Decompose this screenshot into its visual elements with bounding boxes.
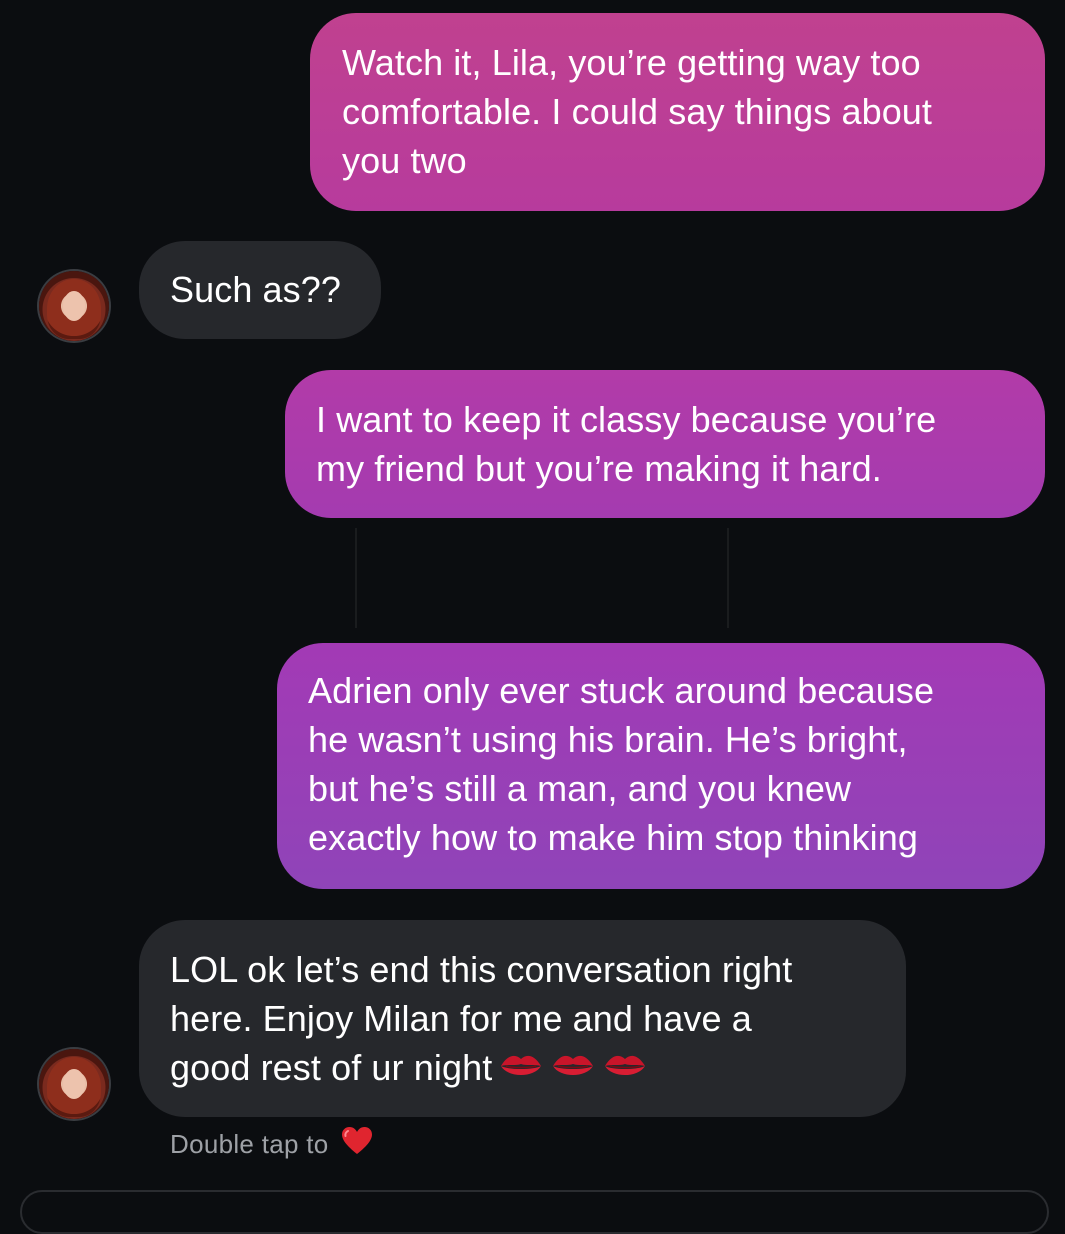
faded-media-preview	[355, 528, 729, 628]
avatar-face	[63, 1069, 85, 1099]
message-text: you two	[342, 140, 467, 181]
avatar-face	[63, 291, 85, 321]
message-text-with-emoji: good rest of ur night	[170, 1043, 906, 1096]
message-text: LOL ok let’s end this conversation right	[170, 949, 793, 990]
kiss-mark-icon	[602, 1047, 648, 1096]
sent-message-bubble[interactable]: I want to keep it classy because you’re …	[285, 370, 1045, 518]
sent-message-bubble[interactable]: Watch it, Lila, you’re getting way too c…	[310, 13, 1045, 211]
message-text: here. Enjoy Milan for me and have a	[170, 998, 752, 1039]
kiss-mark-icon	[550, 1047, 596, 1096]
message-text: he wasn’t using his brain. He’s bright,	[308, 719, 908, 760]
message-text: exactly how to make him stop thinking	[308, 817, 918, 858]
message-composer[interactable]	[20, 1190, 1049, 1234]
red-heart-icon[interactable]	[341, 1126, 373, 1163]
sent-message-bubble[interactable]: Adrien only ever stuck around because he…	[277, 643, 1045, 889]
received-message-bubble[interactable]: Such as??	[139, 241, 381, 339]
kiss-mark-icon	[498, 1047, 544, 1096]
message-text: Such as??	[170, 269, 342, 310]
double-tap-hint: Double tap to	[170, 1126, 373, 1163]
message-text: good rest of ur night	[170, 1047, 493, 1088]
message-text: comfortable. I could say things about	[342, 91, 933, 132]
message-text: Adrien only ever stuck around because	[308, 670, 935, 711]
hint-text: Double tap to	[170, 1129, 329, 1159]
message-text: my friend but you’re making it hard.	[316, 448, 882, 489]
message-text: but he’s still a man, and you knew	[308, 768, 852, 809]
contact-avatar[interactable]	[39, 271, 109, 341]
message-text: I want to keep it classy because you’re	[316, 399, 937, 440]
contact-avatar[interactable]	[39, 1049, 109, 1119]
message-text: Watch it, Lila, you’re getting way too	[342, 42, 921, 83]
received-message-bubble[interactable]: LOL ok let’s end this conversation right…	[139, 920, 906, 1117]
